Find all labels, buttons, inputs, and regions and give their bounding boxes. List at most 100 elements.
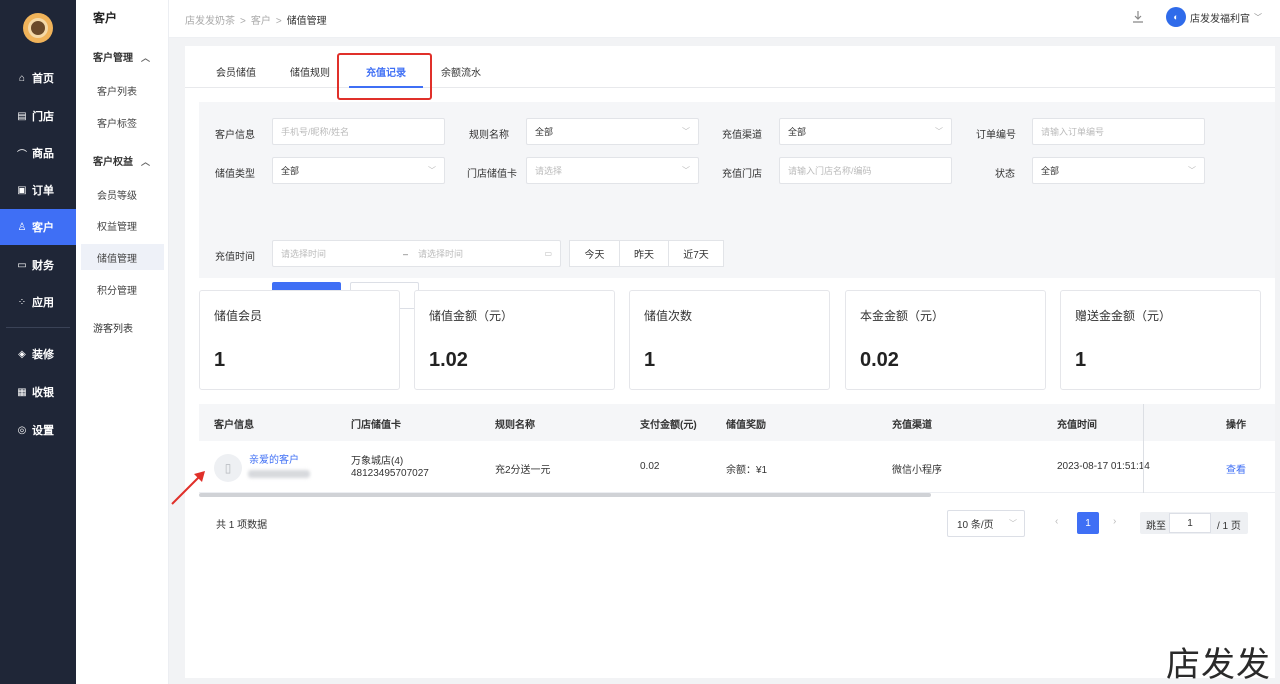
page-size-select[interactable]: 10 条/页 ﹀: [947, 510, 1025, 537]
column-header: 支付金额(元): [640, 420, 697, 431]
column-header: 操作: [1226, 420, 1246, 431]
chevron-up-icon: ︿: [141, 53, 151, 63]
type-select[interactable]: 全部 ﹀: [272, 157, 445, 184]
annotation-arrow-icon: [171, 471, 205, 505]
top-header: 店发发奶茶 > 客户 > 储值管理 ◐ 店发发福利官 ﹀: [169, 0, 1280, 38]
next-page-icon[interactable]: ›: [1113, 516, 1116, 527]
settings-icon: ◎: [17, 424, 27, 436]
chevron-down-icon: ﹀: [1009, 519, 1017, 528]
nav-item-decoration[interactable]: ◈ 装修: [0, 336, 76, 372]
subnav-item-member-level[interactable]: 会员等级: [81, 181, 164, 207]
rule-name-select[interactable]: 全部 ﹀: [526, 118, 699, 145]
quick-today-button[interactable]: 今天: [569, 240, 620, 267]
subnav-item-benefit-mgmt[interactable]: 权益管理: [81, 212, 164, 238]
store-icon: ▤: [17, 110, 27, 122]
stat-card-principal: 本金金额（元） 0.02: [845, 290, 1046, 390]
tab-member-stored[interactable]: 会员储值: [216, 64, 256, 79]
customer-avatar-icon: ▯: [214, 454, 242, 482]
filter-label-customer: 客户信息: [215, 130, 255, 141]
filter-label-store: 充值门店: [722, 169, 762, 180]
prev-page-icon[interactable]: ‹: [1055, 516, 1058, 527]
breadcrumb-item[interactable]: 客户: [251, 16, 271, 27]
brand-logo[interactable]: [23, 13, 53, 43]
chevron-down-icon: ﹀: [1254, 12, 1262, 22]
breadcrumb-item[interactable]: 店发发奶茶: [185, 16, 235, 27]
column-header: 规则名称: [495, 420, 535, 431]
column-header: 门店储值卡: [351, 420, 401, 431]
nav-item-orders[interactable]: ▣ 订单: [0, 172, 76, 208]
main-nav: ⌂ 首页 ▤ 门店 ⌒ 商品 ▣ 订单 ♙ 客户 ▭ 财务 ⁘ 应用 ◈ 装修 ▦ 收银 ◎ 设置: [0, 0, 76, 684]
filter-label-time: 充值时间: [215, 252, 255, 263]
filter-label-status: 状态: [995, 169, 1015, 180]
customer-name-link[interactable]: 亲爱的客户: [249, 451, 299, 466]
chevron-down-icon: ﹀: [428, 166, 436, 175]
filter-label-channel: 充值渠道: [722, 130, 762, 141]
nav-item-home[interactable]: ⌂ 首页: [0, 60, 76, 96]
column-header: 储值奖励: [726, 420, 766, 431]
status-select[interactable]: 全部 ﹀: [1032, 157, 1205, 184]
filter-label-rule: 规则名称: [469, 130, 509, 141]
nav-item-finance[interactable]: ▭ 财务: [0, 247, 76, 283]
column-header: 充值渠道: [892, 420, 932, 431]
time-start: 请选择时间: [281, 249, 327, 259]
subnav-item-visitors[interactable]: 游客列表: [93, 320, 133, 335]
store-input[interactable]: 请输入门店名称/编码: [779, 157, 952, 184]
stat-card-members: 储值会员 1: [199, 290, 400, 390]
page-jumper: 跳至 1 / 1 页: [1140, 512, 1248, 534]
breadcrumb-current: 储值管理: [286, 16, 327, 27]
page-current[interactable]: 1: [1077, 512, 1099, 534]
user-icon: ♙: [17, 221, 27, 233]
card-select[interactable]: 请选择 ﹀: [526, 157, 699, 184]
nav-item-customers[interactable]: ♙ 客户: [0, 209, 76, 245]
subnav-item-customer-tags[interactable]: 客户标签: [81, 109, 164, 135]
filter-label-type: 储值类型: [215, 169, 255, 180]
subnav-group-benefits[interactable]: 客户权益 ︿: [93, 153, 150, 168]
time-end: 请选择时间: [418, 249, 464, 259]
cashier-icon: ▦: [17, 386, 27, 398]
masked-phone: [248, 470, 310, 478]
quick-7days-button[interactable]: 近7天: [668, 240, 724, 267]
home-icon: ⌂: [18, 72, 26, 84]
nav-item-goods[interactable]: ⌒ 商品: [0, 135, 76, 171]
watermark: 店发发: [1166, 645, 1271, 684]
horizontal-scrollbar[interactable]: [199, 493, 931, 497]
calendar-icon: ▭: [544, 249, 552, 258]
customer-info-input[interactable]: 手机号/昵称/姓名: [272, 118, 445, 145]
chevron-up-icon: ︿: [141, 157, 151, 167]
chevron-down-icon: ﹀: [935, 127, 943, 136]
subnav-item-points[interactable]: 积分管理: [81, 276, 164, 302]
table-header: 客户信息 门店储值卡 规则名称 支付金额(元) 储值奖励 充值渠道 充值时间 操…: [199, 404, 1275, 441]
download-icon[interactable]: [1131, 10, 1145, 24]
column-header: 充值时间: [1057, 420, 1097, 431]
annotation-highlight-box: [337, 53, 432, 100]
column-header: 客户信息: [214, 420, 254, 431]
wallet-icon: ▭: [17, 259, 27, 271]
stat-card-count: 储值次数 1: [629, 290, 830, 390]
stat-card-amount: 储值金额（元） 1.02: [414, 290, 615, 390]
avatar: ◐: [1166, 7, 1186, 27]
fixed-column-divider: [1143, 404, 1144, 493]
view-link[interactable]: 查看: [1226, 461, 1246, 476]
breadcrumb: 店发发奶茶 > 客户 > 储值管理: [185, 16, 327, 27]
quick-yesterday-button[interactable]: 昨天: [619, 240, 669, 267]
subnav-group-customer-mgmt[interactable]: 客户管理 ︿: [93, 49, 150, 64]
tab-balance-flow[interactable]: 余额流水: [441, 64, 481, 79]
nav-item-apps[interactable]: ⁘ 应用: [0, 284, 76, 320]
filter-label-order-no: 订单编号: [976, 130, 1016, 141]
stat-card-bonus: 赠送金金额（元） 1: [1060, 290, 1261, 390]
channel-select[interactable]: 全部 ﹀: [779, 118, 952, 145]
total-count: 共 1 项数据: [216, 520, 268, 531]
jump-page-input[interactable]: 1: [1169, 513, 1211, 533]
table-row: ▯ 亲爱的客户 万象城店(4) 48123495707027 充2分送一元 0.…: [199, 441, 1275, 493]
nav-item-settings[interactable]: ◎ 设置: [0, 412, 76, 448]
nav-item-cashier[interactable]: ▦ 收银: [0, 374, 76, 410]
order-icon: ▣: [17, 184, 27, 196]
user-menu[interactable]: ◐ 店发发福利官 ﹀: [1166, 7, 1262, 27]
time-range-picker[interactable]: 请选择时间 – 请选择时间 ▭: [272, 240, 561, 267]
nav-item-store[interactable]: ▤ 门店: [0, 98, 76, 134]
chevron-down-icon: ﹀: [1188, 166, 1196, 175]
order-no-input[interactable]: 请输入订单编号: [1032, 118, 1205, 145]
tab-stored-rules[interactable]: 储值规则: [290, 64, 330, 79]
subnav-item-stored-value[interactable]: 储值管理: [81, 244, 164, 270]
subnav-item-customer-list[interactable]: 客户列表: [81, 77, 164, 103]
